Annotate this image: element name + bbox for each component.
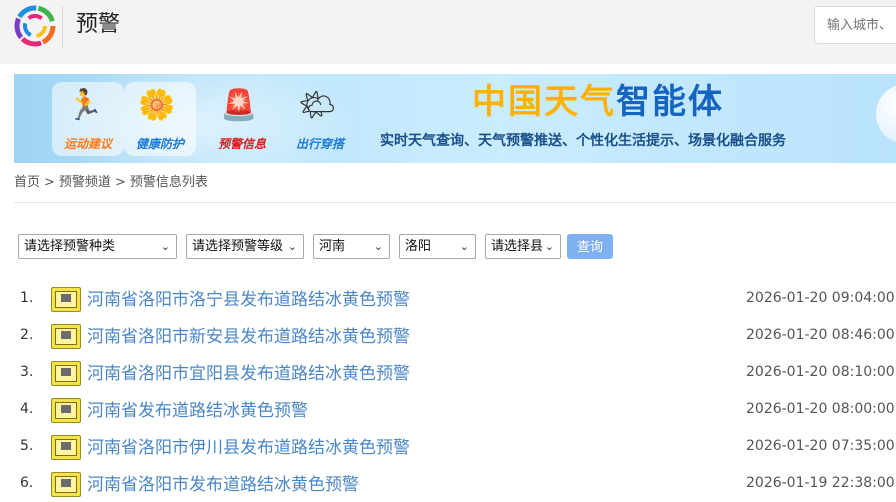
alert-type-select[interactable]: 请选择预警种类 ⌄ <box>18 234 177 259</box>
chevron-down-icon: ⌄ <box>544 240 554 253</box>
promo-banner[interactable]: 🏃 运动建议 🌼 健康防护 🚨 预警信息 🌤 出行穿搭 中国天气智能体 实时天气… <box>14 74 896 163</box>
list-item: 3. 河南省洛阳市宜阳县发布道路结冰黄色预警 2026-01-20 08:10:… <box>0 358 896 394</box>
list-item: 2. 河南省洛阳市新安县发布道路结冰黄色预警 2026-01-20 08:46:… <box>0 321 896 357</box>
weather-logo-icon[interactable] <box>14 5 56 47</box>
page-title: 预警 <box>76 12 121 37</box>
county-value: 请选择县 <box>491 239 544 254</box>
road-icing-warning-icon <box>51 435 81 460</box>
alert-time: 2026-01-20 08:10:00 <box>746 364 895 380</box>
item-number: 2. <box>20 327 34 343</box>
chevron-down-icon: ⌄ <box>160 240 170 253</box>
city-search-input[interactable] <box>814 6 896 44</box>
flower-icon: 🌼 <box>138 88 176 123</box>
item-number: 1. <box>20 290 34 306</box>
alert-time: 2026-01-20 09:04:00 <box>746 290 895 306</box>
tile-label: 运动建议 <box>63 137 112 151</box>
province-value: 河南 <box>319 239 346 254</box>
list-item: 6. 河南省洛阳市发布道路结冰黄色预警 2026-01-19 22:38:00 <box>0 469 896 502</box>
alert-level-select[interactable]: 请选择预警等级 ⌄ <box>186 234 304 259</box>
road-icing-warning-icon <box>51 361 81 386</box>
chevron-down-icon: ⌄ <box>287 240 297 253</box>
road-icing-warning-icon <box>51 287 81 312</box>
banner-brand: 中国天气智能体 <box>472 80 724 124</box>
tile-label: 健康防护 <box>135 137 184 151</box>
query-button[interactable]: 查询 <box>567 234 613 259</box>
list-item: 5. 河南省洛阳市伊川县发布道路结冰黄色预警 2026-01-20 07:35:… <box>0 432 896 468</box>
item-number: 4. <box>20 401 34 417</box>
tile-label: 预警信息 <box>217 137 266 151</box>
banner-slogan: 实时天气查询、天气预警推送、个性化生活提示、场景化融合服务 <box>380 133 786 149</box>
alert-link[interactable]: 河南省洛阳市新安县发布道路结冰黄色预警 <box>87 324 410 350</box>
item-number: 6. <box>20 475 34 491</box>
alert-link[interactable]: 河南省洛阳市洛宁县发布道路结冰黄色预警 <box>87 287 410 313</box>
section-divider <box>14 202 896 203</box>
chevron-down-icon: ⌄ <box>459 240 469 253</box>
city-value: 洛阳 <box>405 239 432 254</box>
breadcrumb-separator: > <box>44 175 55 190</box>
alert-link[interactable]: 河南省洛阳市发布道路结冰黄色预警 <box>87 472 359 498</box>
runner-icon: 🏃 <box>66 88 104 123</box>
item-number: 5. <box>20 438 34 454</box>
alert-level-value: 请选择预警等级 <box>192 239 284 254</box>
chevron-down-icon: ⌄ <box>373 240 383 253</box>
breadcrumb-home[interactable]: 首页 <box>14 175 40 190</box>
alert-link[interactable]: 河南省发布道路结冰黄色预警 <box>87 398 308 424</box>
alert-time: 2026-01-20 08:46:00 <box>746 327 895 343</box>
province-select[interactable]: 河南 ⌄ <box>313 234 390 259</box>
alert-time: 2026-01-20 07:35:00 <box>746 438 895 454</box>
city-select[interactable]: 洛阳 ⌄ <box>399 234 476 259</box>
breadcrumb-channel[interactable]: 预警频道 <box>59 175 111 190</box>
tile-health-protection[interactable]: 🌼 健康防护 <box>124 82 196 156</box>
road-icing-warning-icon <box>51 398 81 423</box>
brand-part1: 中国天气 <box>472 82 616 122</box>
top-bar: 预警 <box>0 0 896 64</box>
tile-sport-advice[interactable]: 🏃 运动建议 <box>52 82 124 156</box>
item-number: 3. <box>20 364 34 380</box>
list-item: 4. 河南省发布道路结冰黄色预警 2026-01-20 08:00:00 <box>0 395 896 431</box>
list-item: 1. 河南省洛阳市洛宁县发布道路结冰黄色预警 2026-01-20 09:04:… <box>0 284 896 320</box>
mascot-icon <box>876 84 896 144</box>
header-divider <box>62 6 63 48</box>
road-icing-warning-icon <box>51 472 81 497</box>
breadcrumb: 首页 > 预警频道 > 预警信息列表 <box>14 174 212 192</box>
alert-time: 2026-01-20 08:00:00 <box>746 401 895 417</box>
alert-link[interactable]: 河南省洛阳市宜阳县发布道路结冰黄色预警 <box>87 361 410 387</box>
tile-travel-outfit[interactable]: 🌤 出行穿搭 <box>284 82 356 156</box>
county-select[interactable]: 请选择县 ⌄ <box>485 234 561 259</box>
sun-icon: 🌤 <box>298 88 337 123</box>
tile-label: 出行穿搭 <box>295 137 344 151</box>
brand-part2: 智能体 <box>616 82 724 122</box>
alert-type-value: 请选择预警种类 <box>24 239 116 254</box>
breadcrumb-current: 预警信息列表 <box>129 175 208 190</box>
alert-link[interactable]: 河南省洛阳市伊川县发布道路结冰黄色预警 <box>87 435 410 461</box>
tile-alert-info[interactable]: 🚨 预警信息 <box>206 82 278 156</box>
alert-time: 2026-01-19 22:38:00 <box>746 475 895 491</box>
siren-icon: 🚨 <box>220 88 258 123</box>
road-icing-warning-icon <box>51 324 81 349</box>
breadcrumb-separator: > <box>114 175 126 190</box>
